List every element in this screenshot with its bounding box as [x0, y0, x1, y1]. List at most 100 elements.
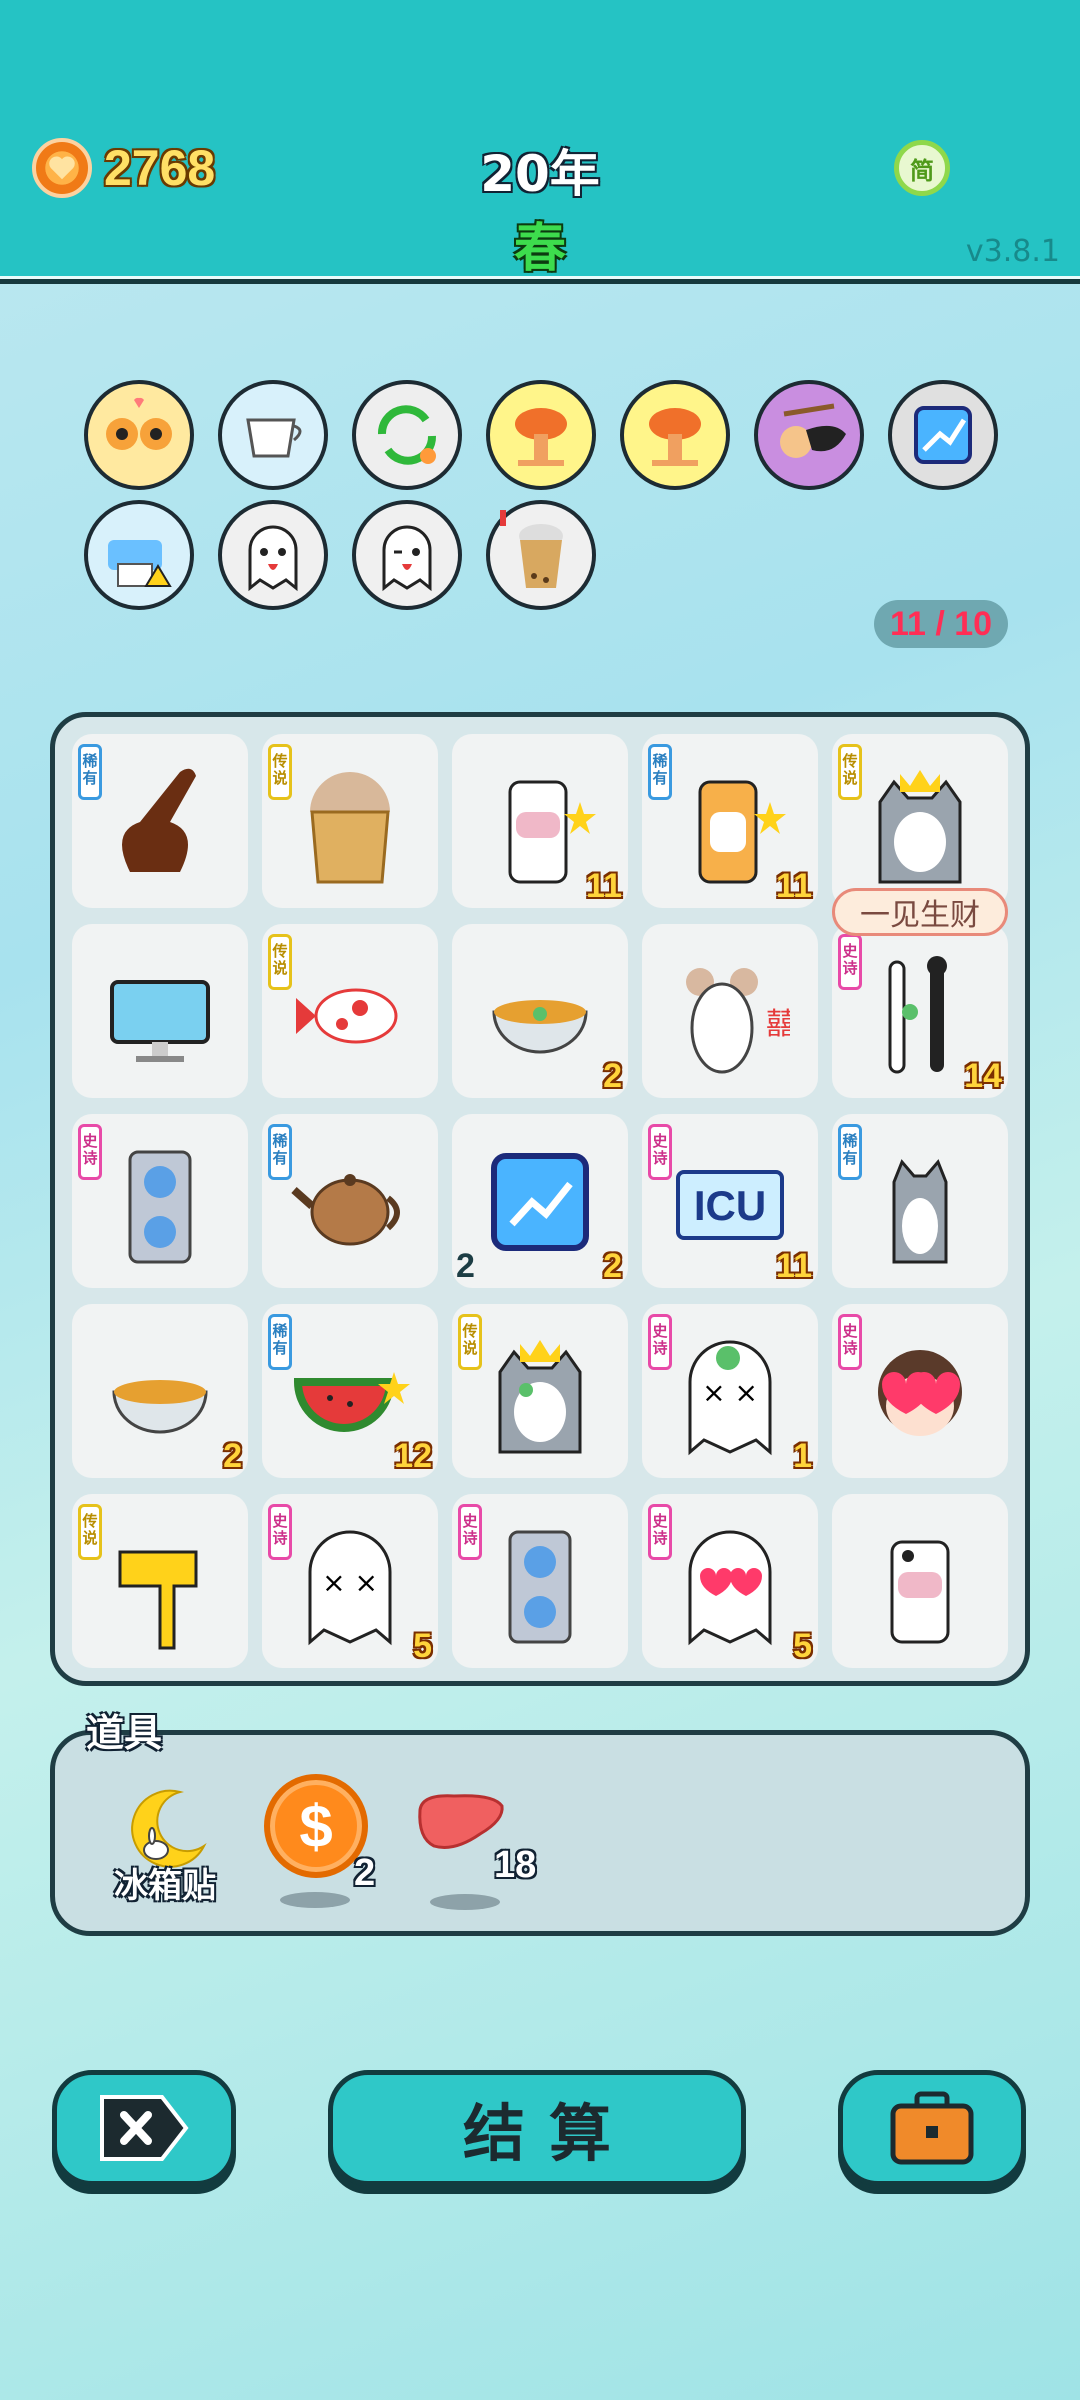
husky-king-icon	[860, 752, 980, 892]
board-cell[interactable]: 囍	[642, 924, 818, 1098]
board-cell[interactable]: 稀有	[262, 1114, 438, 1288]
trend-chart-icon	[480, 1132, 600, 1272]
board-cell[interactable]: 史诗 5	[642, 1494, 818, 1668]
mushroom-cloud-icon[interactable]	[486, 380, 596, 490]
ghost-tongue-icon[interactable]	[218, 500, 328, 610]
peach-eyepatch-icon[interactable]	[754, 380, 864, 490]
rarity-tag: 稀有	[78, 744, 102, 800]
board-cell[interactable]: 传说	[452, 1304, 628, 1478]
computer-monitor-icon	[100, 942, 220, 1082]
tooltip-bubble: 一见生财	[832, 888, 1008, 936]
rarity-tag: 史诗	[78, 1124, 102, 1180]
cell-count: 5	[413, 1627, 432, 1665]
items-title: 道具	[86, 1711, 163, 1755]
svg-text:囍: 囍	[766, 1007, 790, 1042]
cell-count: 2	[603, 1247, 622, 1285]
board-cell[interactable]: 2	[452, 924, 628, 1098]
ghost-wink-icon[interactable]	[352, 500, 462, 610]
mushroom-cloud-icon-2[interactable]	[620, 380, 730, 490]
coin-item-shadow	[280, 1892, 350, 1908]
board-cell[interactable]: 史诗 14	[832, 924, 1008, 1098]
cell-count: 2	[223, 1437, 242, 1475]
liver-item-shadow	[430, 1894, 500, 1910]
settle-button[interactable]: 结算	[328, 2070, 746, 2186]
empty-bowl-icon	[100, 1322, 220, 1462]
liver-item[interactable]: 18	[414, 1790, 564, 1890]
board-cell[interactable]: 稀有 11	[642, 734, 818, 908]
flutes-icon	[860, 942, 980, 1082]
cell-count: 14	[964, 1057, 1002, 1095]
board-cell[interactable]: × × 史诗 1	[642, 1304, 818, 1478]
bubble-tea-alert-icon[interactable]	[486, 500, 596, 610]
language-toggle-button[interactable]: 简	[894, 140, 950, 196]
close-tag-icon	[100, 2095, 189, 2161]
board-cell[interactable]: 稀有 12	[262, 1304, 438, 1478]
rarity-tag: 史诗	[648, 1314, 672, 1370]
board-cell[interactable]	[832, 1494, 1008, 1668]
board-cell[interactable]: 2	[72, 1304, 248, 1478]
pointing-hand-icon	[100, 752, 220, 892]
fridge-magnet-item[interactable]: 冰箱贴	[110, 1784, 220, 1906]
cell-count: 5	[793, 1627, 812, 1665]
rarity-tag: 稀有	[268, 1314, 292, 1370]
bowl-clover-icon	[480, 942, 600, 1082]
exit-button[interactable]	[52, 2070, 236, 2186]
briefcase-icon	[890, 2091, 974, 2165]
husky-sitting-icon	[860, 1132, 980, 1272]
board-cell[interactable]: 22	[452, 1114, 628, 1288]
coin-item[interactable]: $ 2	[260, 1774, 390, 1904]
coin-item-count: 2	[354, 1852, 376, 1894]
board-cell[interactable]: ICU 史诗 11	[642, 1114, 818, 1288]
board-cell[interactable]: 传说	[262, 924, 438, 1098]
board-cell[interactable]: 稀有	[832, 1114, 1008, 1288]
husky-king-clover-icon	[480, 1322, 600, 1462]
svg-text:× ×: × ×	[322, 1566, 378, 1599]
rarity-tag: 史诗	[838, 934, 862, 990]
board-cell[interactable]: 传说	[832, 734, 1008, 908]
ghost-heart-eyes-icon	[670, 1512, 790, 1652]
cell-count: 11	[776, 1247, 812, 1285]
board-cell[interactable]	[72, 924, 248, 1098]
recycle-arrows-icon[interactable]	[352, 380, 462, 490]
backpack-button[interactable]	[838, 2070, 1026, 2186]
settle-button-label: 结算	[462, 2097, 635, 2170]
board-cell[interactable]: 稀有	[72, 734, 248, 908]
rarity-tag: 传说	[268, 934, 292, 990]
board-cell[interactable]: 史诗	[832, 1304, 1008, 1478]
rarity-tag: 传说	[78, 1504, 102, 1560]
girl-heart-eyes-icon	[860, 1322, 980, 1462]
board-cell[interactable]: 史诗	[72, 1114, 248, 1288]
rarity-tag: 稀有	[838, 1124, 862, 1180]
rarity-tag: 史诗	[458, 1504, 482, 1560]
board-cell[interactable]: 史诗	[452, 1494, 628, 1668]
season-label: 春	[513, 219, 566, 279]
ghost-dead-clover-icon: × ×	[670, 1322, 790, 1462]
ghost-dead-icon: × ×	[290, 1512, 410, 1652]
printer-warning-icon[interactable]	[84, 500, 194, 610]
cell-count: 11	[586, 867, 622, 905]
board-cell[interactable]: 传说	[262, 734, 438, 908]
milk-jug-icon[interactable]	[218, 380, 328, 490]
board-cell[interactable]: 传说	[72, 1494, 248, 1668]
bubble-tea-cup-icon	[290, 752, 410, 892]
mouse-double-happiness-icon: 囍	[670, 942, 790, 1082]
liver-item-count: 18	[494, 1844, 537, 1886]
watermelon-star-icon	[290, 1322, 410, 1462]
svg-text:× ×: × ×	[702, 1376, 758, 1409]
dollar-coin-icon: $	[264, 1774, 368, 1878]
koi-fish-icon	[290, 942, 410, 1082]
tiger-star-icon	[670, 752, 790, 892]
rarity-tag: 稀有	[268, 1124, 292, 1180]
relic-counter: 11 / 10	[874, 600, 1008, 648]
rarity-tag: 传说	[838, 744, 862, 800]
board-cell[interactable]: × × 史诗 5	[262, 1494, 438, 1668]
cell-count: 2	[603, 1057, 622, 1095]
trend-chart-icon[interactable]	[888, 380, 998, 490]
icu-sign-icon: ICU	[670, 1132, 790, 1272]
twin-cats-icon[interactable]	[84, 380, 194, 490]
cell-count: 12	[394, 1437, 432, 1475]
rarity-tag: 史诗	[838, 1314, 862, 1370]
graphics-card-icon	[100, 1132, 220, 1272]
cell-count: 11	[776, 867, 812, 905]
board-cell[interactable]: 11	[452, 734, 628, 908]
